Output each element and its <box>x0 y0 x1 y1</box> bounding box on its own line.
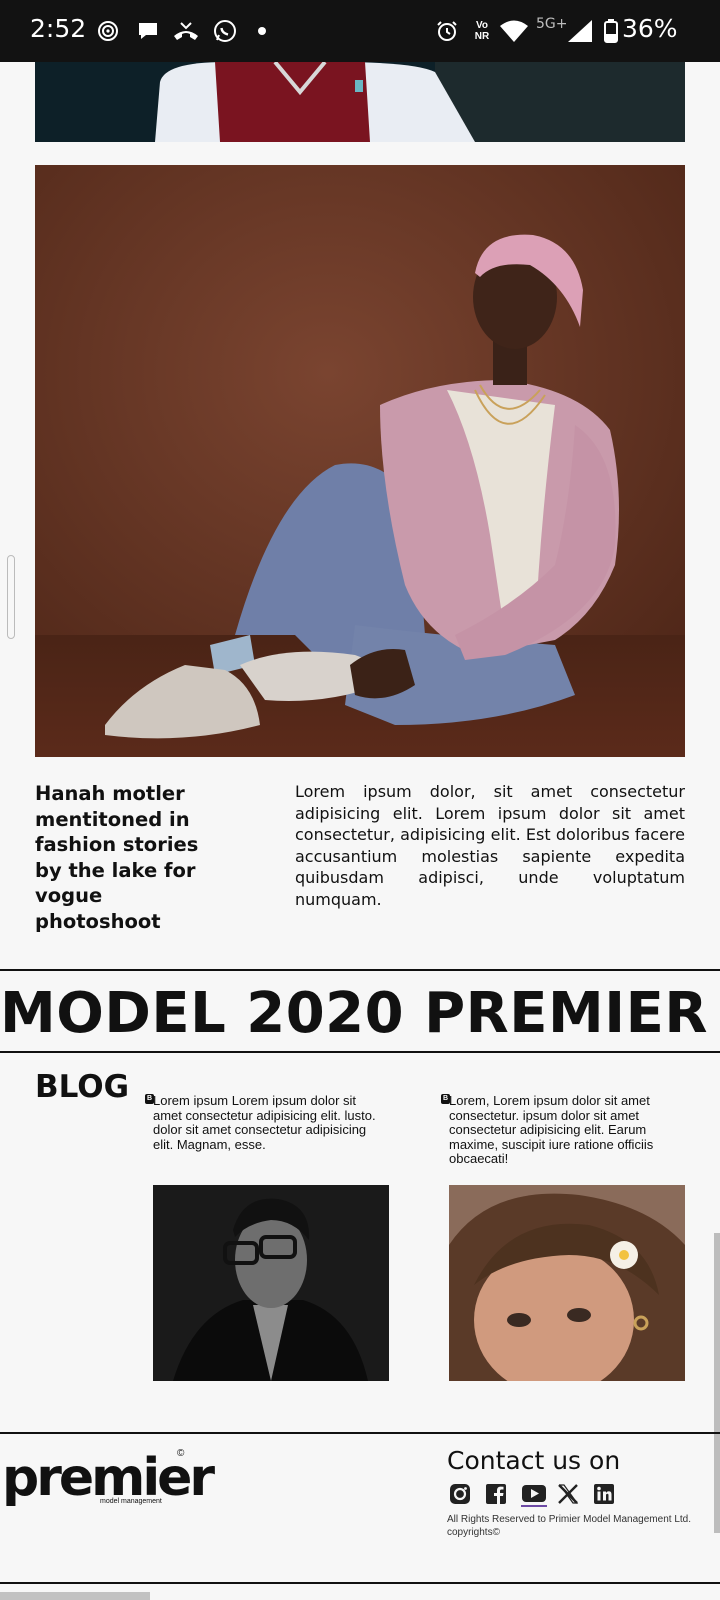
article-caption-body: Lorem ipsum dolor, sit amet consectetur … <box>295 782 685 909</box>
message-icon <box>135 18 161 44</box>
volte-label: Vo NR <box>474 20 490 42</box>
footer: premier model management © Contact us on… <box>0 1432 720 1584</box>
cast-icon <box>96 18 120 44</box>
volte-icon: Vo NR <box>468 18 496 44</box>
logo-subtitle: model management <box>100 1498 162 1505</box>
marquee-banner: MODEL 2020 PREMIER MODEL 2020 <box>0 969 720 1053</box>
rights-text: All Rights Reserved to Primier Model Man… <box>447 1514 691 1538</box>
wifi-icon <box>498 18 530 44</box>
signal-icon <box>566 18 594 44</box>
blog-badge: B <box>145 1094 154 1104</box>
missed-call-icon <box>172 18 200 44</box>
blog-card-1-text: Lorem ipsum Lorem ipsum dolor sit amet c… <box>153 1093 376 1152</box>
status-bar: 2:52 Vo NR 5G+ 36% <box>0 0 720 62</box>
instagram-icon[interactable] <box>448 1482 472 1506</box>
blog-card-2-image[interactable] <box>449 1185 685 1381</box>
battery-icon <box>602 18 620 44</box>
whatsapp-icon <box>212 18 238 44</box>
linkedin-icon[interactable] <box>592 1482 616 1506</box>
battery-percent: 36% <box>622 14 678 43</box>
blog-badge: B <box>441 1094 450 1104</box>
youtube-icon[interactable] <box>520 1482 548 1507</box>
blog-card-2[interactable]: B Lorem, Lorem ipsum dolor sit amet cons… <box>441 1093 685 1381</box>
x-icon[interactable] <box>556 1482 580 1506</box>
alarm-icon <box>434 18 460 44</box>
photo-model-sitting <box>35 165 685 757</box>
contact-title: Contact us on <box>447 1446 621 1475</box>
logo-registered-mark: © <box>177 1448 185 1459</box>
scroll-indicator <box>7 555 15 639</box>
article-caption-title: Hanah motler mentitoned in fashion stori… <box>35 782 199 933</box>
dot-icon <box>256 18 268 44</box>
blog-heading: BLOG <box>35 1069 130 1105</box>
marquee-text: MODEL 2020 PREMIER MODEL 2020 <box>0 981 720 1046</box>
blog-card-1[interactable]: B Lorem ipsum Lorem ipsum dolor sit amet… <box>145 1093 389 1381</box>
status-time: 2:52 <box>30 14 87 43</box>
bottom-scroll-indicator <box>0 1592 150 1600</box>
blog-card-2-text: Lorem, Lorem ipsum dolor sit amet consec… <box>449 1093 654 1166</box>
blog-card-1-image[interactable] <box>153 1185 389 1381</box>
photo-previous <box>35 62 685 142</box>
facebook-icon[interactable] <box>484 1482 508 1506</box>
network-type: 5G+ <box>536 16 568 32</box>
